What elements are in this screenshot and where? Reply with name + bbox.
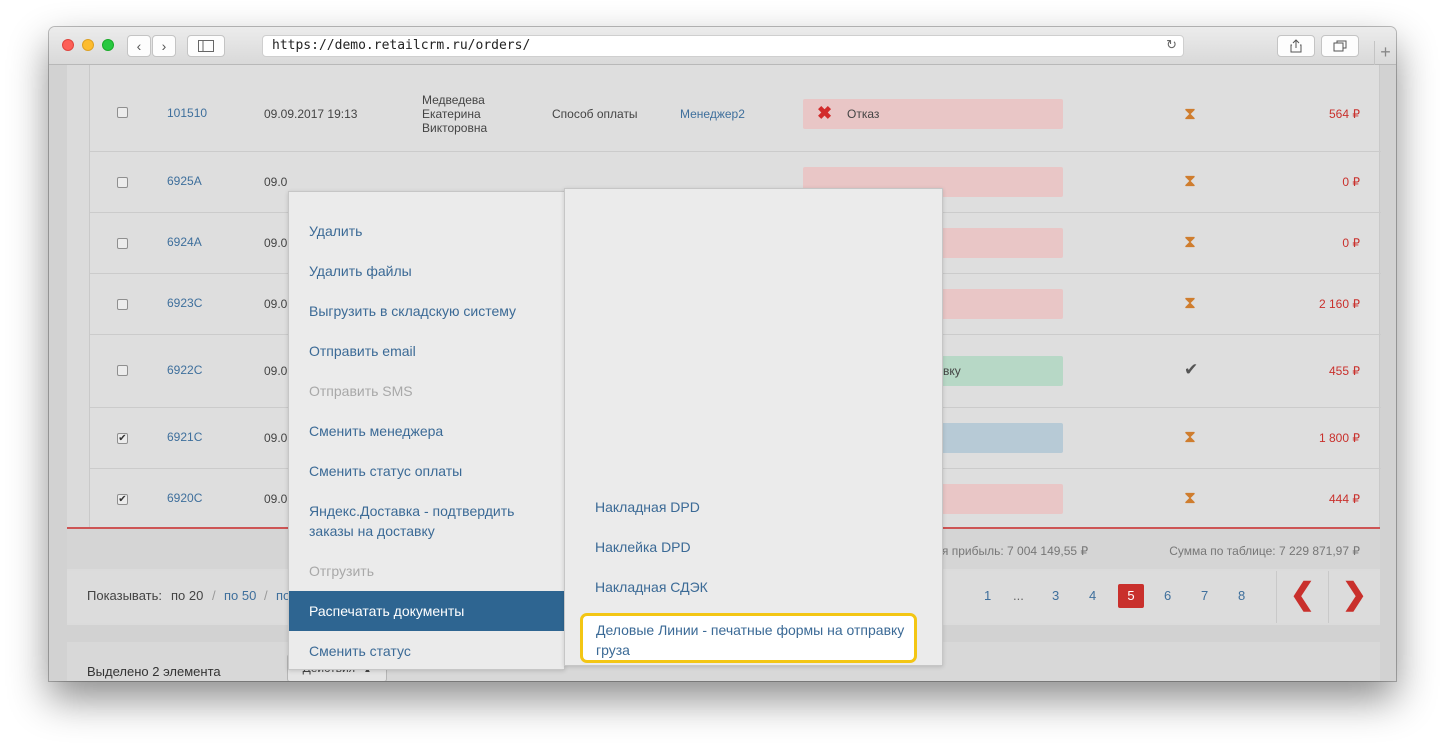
order-sum: 2 160 ₽ <box>1319 297 1360 311</box>
submenu-item-dellin-forms[interactable]: Деловые Линии - печатные формы на отправ… <box>580 613 917 663</box>
menu-item-delete[interactable]: Удалить <box>289 221 564 241</box>
tabs-icon[interactable] <box>1321 35 1359 57</box>
prev-page-icon[interactable]: ❮ <box>1276 571 1328 623</box>
status-label: вку <box>943 364 961 378</box>
order-date: 09.0 <box>264 175 288 189</box>
order-number[interactable]: 6924A <box>167 235 202 249</box>
status-badge[interactable]: ✖ Отказ <box>803 99 1063 129</box>
menu-item-change-payment-status[interactable]: Сменить статус оплаты <box>289 461 564 481</box>
table-row[interactable]: 101510 09.09.2017 19:13 Медведева Екатер… <box>90 65 1381 152</box>
order-sum: 0 ₽ <box>1342 175 1360 189</box>
row-checkbox[interactable]: ✔ <box>117 433 128 444</box>
menu-item-send-email[interactable]: Отправить email <box>289 341 564 361</box>
separator: / <box>264 588 268 603</box>
order-sum: 455 ₽ <box>1329 364 1360 378</box>
menu-item-delete-files[interactable]: Удалить файлы <box>289 261 564 281</box>
menu-item-change-manager[interactable]: Сменить менеджера <box>289 421 564 441</box>
page-link[interactable]: 7 <box>1201 588 1208 603</box>
per-page-50[interactable]: по 50 <box>224 588 256 603</box>
cancel-status-icon: ✖ <box>817 103 833 123</box>
hourglass-icon: ⧗ <box>1184 171 1196 190</box>
row-checkbox[interactable] <box>117 299 128 310</box>
row-checkbox[interactable] <box>117 365 128 376</box>
forward-icon[interactable]: › <box>152 35 176 57</box>
print-documents-submenu: Накладная DPD Наклейка DPD Накладная СДЭ… <box>564 188 943 666</box>
page-link[interactable]: 8 <box>1238 588 1245 603</box>
row-checkbox[interactable]: ✔ <box>117 494 128 505</box>
back-icon[interactable]: ‹ <box>127 35 151 57</box>
order-date: 09.0 <box>264 236 288 250</box>
order-number[interactable]: 6920C <box>167 491 202 505</box>
hourglass-icon: ⧗ <box>1184 104 1196 123</box>
checkmark-icon: ✔ <box>1184 360 1199 379</box>
menu-item-ship: Отгрузить <box>309 563 374 579</box>
menu-item-send-sms: Отправить SMS <box>309 383 413 399</box>
order-date: 09.0 <box>264 431 288 445</box>
order-date: 09.09.2017 19:13 <box>264 107 358 121</box>
page-ellipsis: ... <box>1013 588 1024 603</box>
status-label: Отказ <box>847 107 880 121</box>
page-content: 101510 09.09.2017 19:13 Медведева Екатер… <box>49 65 1396 681</box>
menu-item-export-warehouse[interactable]: Выгрузить в складскую систему <box>289 301 564 321</box>
order-sum: 564 ₽ <box>1329 107 1360 121</box>
page-link[interactable]: 1 <box>984 588 991 603</box>
order-sum: 444 ₽ <box>1329 492 1360 506</box>
submenu-item-dpd-waybill[interactable]: Накладная DPD <box>595 497 700 517</box>
browser-toolbar: ‹ › https://demo.retailcrm.ru/orders/ ↻ … <box>49 27 1396 65</box>
menu-item-print-documents[interactable]: Распечатать документы <box>289 591 564 631</box>
sidebar-icon[interactable] <box>187 35 225 57</box>
per-page-20[interactable]: по 20 <box>171 588 203 603</box>
new-tab-button[interactable]: + <box>1374 41 1396 65</box>
hourglass-icon: ⧗ <box>1184 293 1196 312</box>
manager-link[interactable]: Менеджер2 <box>680 107 745 121</box>
separator: / <box>212 588 216 603</box>
browser-window: ‹ › https://demo.retailcrm.ru/orders/ ↻ … <box>49 27 1396 681</box>
order-date: 09.0 <box>264 297 288 311</box>
order-number[interactable]: 6922C <box>167 363 202 377</box>
actions-menu: Удалить Удалить файлы Выгрузить в складс… <box>288 191 565 670</box>
row-checkbox[interactable] <box>117 107 128 118</box>
menu-item-change-status[interactable]: Сменить статус <box>289 641 564 661</box>
zoom-window-button[interactable] <box>102 39 114 51</box>
profit-total: вая прибыль: 7 004 149,55 ₽ <box>929 544 1089 558</box>
order-sum: 1 800 ₽ <box>1319 431 1360 445</box>
row-checkbox[interactable] <box>117 177 128 188</box>
page-link[interactable]: 4 <box>1089 588 1096 603</box>
order-number[interactable]: 101510 <box>167 106 207 120</box>
address-bar[interactable]: https://demo.retailcrm.ru/orders/ ↻ <box>262 35 1184 57</box>
order-number[interactable]: 6921C <box>167 430 202 444</box>
minimize-window-button[interactable] <box>82 39 94 51</box>
hourglass-icon: ⧗ <box>1184 427 1196 446</box>
share-icon[interactable] <box>1277 35 1315 57</box>
submenu-item-dpd-label[interactable]: Наклейка DPD <box>595 537 691 557</box>
selected-count: Выделено 2 элемента <box>87 664 221 679</box>
page-link[interactable]: 6 <box>1164 588 1171 603</box>
customer-middle-name: Викторовна <box>422 121 488 135</box>
customer-name[interactable]: Медведева Екатерина Викторовна <box>422 93 487 135</box>
close-window-button[interactable] <box>62 39 74 51</box>
customer-first-name: Екатерина <box>422 107 481 121</box>
page-link[interactable]: 3 <box>1052 588 1059 603</box>
order-number[interactable]: 6923C <box>167 296 202 310</box>
order-sum: 0 ₽ <box>1342 236 1360 250</box>
row-checkbox[interactable] <box>117 238 128 249</box>
order-date: 09.0 <box>264 492 288 506</box>
reload-icon[interactable]: ↻ <box>1166 36 1177 56</box>
order-number[interactable]: 6925A <box>167 174 202 188</box>
order-date: 09.0 <box>264 364 288 378</box>
menu-item-yandex-delivery[interactable]: Яндекс.Доставка - подтвердить заказы на … <box>289 501 534 541</box>
hourglass-icon: ⧗ <box>1184 488 1196 507</box>
next-page-icon[interactable]: ❯ <box>1328 571 1380 623</box>
submenu-item-cdek-waybill[interactable]: Накладная СДЭК <box>595 577 708 597</box>
show-label: Показывать: <box>87 588 162 603</box>
payment-method: Способ оплаты <box>552 107 638 121</box>
customer-last-name: Медведева <box>422 93 485 107</box>
address-text: https://demo.retailcrm.ru/orders/ <box>272 38 531 53</box>
table-sum-total: Сумма по таблице: 7 229 871,97 ₽ <box>1169 544 1360 558</box>
hourglass-icon: ⧗ <box>1184 232 1196 251</box>
page-current[interactable]: 5 <box>1118 584 1144 608</box>
